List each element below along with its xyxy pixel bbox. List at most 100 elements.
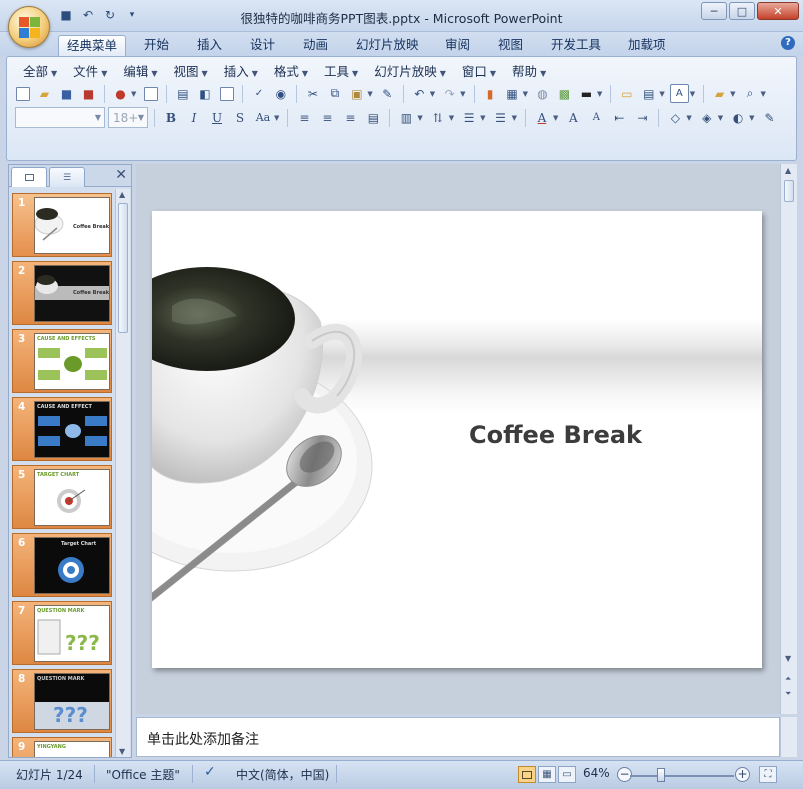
menu-window[interactable]: 窗口 ▼ bbox=[454, 63, 504, 81]
slide-thumb-4[interactable]: 4 CAUSE AND EFFECT bbox=[12, 397, 112, 461]
menu-edit[interactable]: 编辑 ▼ bbox=[115, 63, 165, 81]
slide-sorter-button[interactable]: ▦ bbox=[538, 766, 556, 783]
new-slide-icon[interactable]: ▭ bbox=[617, 84, 636, 103]
slide-icon[interactable] bbox=[217, 84, 236, 103]
slides-tab[interactable] bbox=[11, 167, 47, 187]
fit-to-window-button[interactable]: ⛶ bbox=[759, 766, 777, 783]
numbering-icon[interactable]: ☰ bbox=[459, 108, 479, 128]
slide-title[interactable]: Coffee Break bbox=[469, 421, 642, 449]
editor-scrollbar[interactable]: ▲ ▼ ⏶ ⏷ bbox=[780, 164, 797, 714]
tab-classic-menu[interactable]: 经典菜单 bbox=[58, 35, 127, 56]
chart-icon[interactable]: ▮ bbox=[481, 84, 500, 103]
normal-view-button[interactable] bbox=[518, 766, 536, 783]
minimize-button[interactable]: ─ bbox=[701, 2, 727, 20]
notes-placeholder[interactable]: 单击此处添加备注 bbox=[147, 729, 259, 749]
font-size-combo[interactable]: 18+ ▼ bbox=[108, 107, 148, 128]
picture-icon[interactable]: ▩ bbox=[555, 84, 574, 103]
maximize-button[interactable]: □ bbox=[729, 2, 755, 20]
slide-thumb-1[interactable]: 1 Coffee Break bbox=[12, 193, 112, 257]
color-fill-icon[interactable]: ▬ bbox=[577, 84, 596, 103]
current-slide[interactable]: Coffee Break bbox=[152, 211, 762, 668]
bold-button[interactable]: B bbox=[161, 108, 181, 128]
new-icon[interactable] bbox=[13, 84, 32, 103]
paste-icon[interactable]: ▣ bbox=[347, 84, 366, 103]
slide-thumb-7[interactable]: 7 QUESTION MARK ??? bbox=[12, 601, 112, 665]
italic-button[interactable]: I bbox=[184, 108, 204, 128]
attach-icon[interactable] bbox=[141, 84, 160, 103]
spelling-icon[interactable]: ✓ bbox=[249, 84, 268, 103]
zoom-in-button[interactable]: + bbox=[735, 767, 750, 782]
undo-icon[interactable]: ↶ bbox=[410, 84, 429, 103]
align-center-icon[interactable]: ≡ bbox=[317, 108, 337, 128]
print-preview-icon[interactable]: ◧ bbox=[195, 84, 214, 103]
menu-insert[interactable]: 插入 ▼ bbox=[216, 63, 266, 81]
folder-icon[interactable]: ▰ bbox=[710, 84, 729, 103]
menu-view[interactable]: 视图 ▼ bbox=[166, 63, 216, 81]
textbox-icon[interactable]: A bbox=[669, 84, 689, 103]
open-icon[interactable]: ▰ bbox=[35, 84, 54, 103]
tab-review[interactable]: 审阅 bbox=[437, 35, 478, 56]
align-right-icon[interactable]: ≡ bbox=[340, 108, 360, 128]
format-painter-icon[interactable]: ✎ bbox=[378, 84, 397, 103]
font-color-icon[interactable]: A bbox=[532, 108, 552, 128]
scroll-up-icon[interactable]: ▲ bbox=[119, 190, 125, 199]
tab-insert[interactable]: 插入 bbox=[189, 35, 230, 56]
tab-addins[interactable]: 加载项 bbox=[620, 35, 674, 56]
spell-check-icon[interactable]: ✓ bbox=[204, 764, 216, 780]
slide-thumb-9[interactable]: 9 YINGYANG bbox=[12, 737, 112, 757]
grow-font-icon[interactable]: A bbox=[563, 108, 583, 128]
change-case-button[interactable]: Aa bbox=[253, 108, 273, 128]
zoom-icon[interactable]: ⌕ bbox=[741, 84, 760, 103]
research-icon[interactable]: ◉ bbox=[271, 84, 290, 103]
shape-fill-icon[interactable]: ◐ bbox=[728, 108, 748, 128]
arrange-icon[interactable]: ◈ bbox=[697, 108, 717, 128]
zoom-slider-track[interactable] bbox=[630, 775, 734, 777]
panel-close-icon[interactable]: ✕ bbox=[115, 167, 127, 183]
slideshow-button[interactable]: ▭ bbox=[558, 766, 576, 783]
save-as-pdf-icon[interactable]: ■ bbox=[79, 84, 98, 103]
shape-outline-icon[interactable]: ✎ bbox=[760, 108, 780, 128]
tab-slideshow[interactable]: 幻灯片放映 bbox=[348, 35, 427, 56]
slide-thumb-2[interactable]: 2 Coffee Break bbox=[12, 261, 112, 325]
copy-icon[interactable]: ⧉ bbox=[325, 84, 344, 103]
redo-icon[interactable]: ↷ bbox=[440, 84, 459, 103]
menu-all[interactable]: 全部 ▼ bbox=[15, 63, 65, 81]
tab-home[interactable]: 开始 bbox=[136, 35, 177, 56]
slide-thumb-8[interactable]: 8 QUESTION MARK ??? bbox=[12, 669, 112, 733]
editor-scroll-down-icon[interactable]: ▼ bbox=[785, 654, 791, 663]
outline-tab[interactable]: ☰ bbox=[49, 167, 85, 187]
menu-help[interactable]: 帮助 ▼ bbox=[504, 63, 554, 81]
shadow-button[interactable]: S bbox=[230, 108, 250, 128]
language-indicator[interactable]: 中文(简体，中国) bbox=[236, 766, 329, 783]
slide-thumb-3[interactable]: 3 CAUSE AND EFFECTS bbox=[12, 329, 112, 393]
theme-name[interactable]: "Office 主题" bbox=[106, 766, 180, 783]
close-button[interactable]: ✕ bbox=[757, 2, 799, 20]
shrink-font-icon[interactable]: A bbox=[586, 108, 606, 128]
tab-design[interactable]: 设计 bbox=[242, 35, 283, 56]
menu-format[interactable]: 格式 ▼ bbox=[266, 63, 316, 81]
office-button[interactable] bbox=[8, 6, 50, 48]
scroll-down-icon[interactable]: ▼ bbox=[119, 747, 125, 756]
clipart-icon[interactable]: ◍ bbox=[533, 84, 552, 103]
editor-scrollbar-thumb[interactable] bbox=[784, 180, 794, 202]
slide-thumb-5[interactable]: 5 TARGET CHART bbox=[12, 465, 112, 529]
increase-indent-icon[interactable]: ⇥ bbox=[632, 108, 652, 128]
menu-slideshow[interactable]: 幻灯片放映 ▼ bbox=[366, 63, 454, 81]
columns-icon[interactable]: ▥ bbox=[396, 108, 416, 128]
scrollbar-thumb[interactable] bbox=[118, 203, 128, 333]
table-icon[interactable]: ▦ bbox=[503, 84, 522, 103]
shapes-icon[interactable]: ◇ bbox=[665, 108, 685, 128]
decrease-indent-icon[interactable]: ⇤ bbox=[609, 108, 629, 128]
underline-button[interactable]: U bbox=[207, 108, 227, 128]
layout-icon[interactable]: ▤ bbox=[639, 84, 658, 103]
zoom-slider-thumb[interactable] bbox=[657, 768, 666, 782]
notes-scrollbar[interactable] bbox=[780, 717, 797, 757]
zoom-level[interactable]: 64% bbox=[583, 766, 610, 780]
font-name-combo[interactable]: ▼ bbox=[15, 107, 105, 128]
cut-icon[interactable]: ✂ bbox=[303, 84, 322, 103]
tab-developer[interactable]: 开发工具 bbox=[543, 35, 609, 56]
permission-icon[interactable]: ● bbox=[111, 84, 130, 103]
next-slide-icon[interactable]: ⏷ bbox=[785, 689, 791, 699]
bullets-icon[interactable]: ☰ bbox=[491, 108, 511, 128]
align-left-icon[interactable]: ≡ bbox=[294, 108, 314, 128]
